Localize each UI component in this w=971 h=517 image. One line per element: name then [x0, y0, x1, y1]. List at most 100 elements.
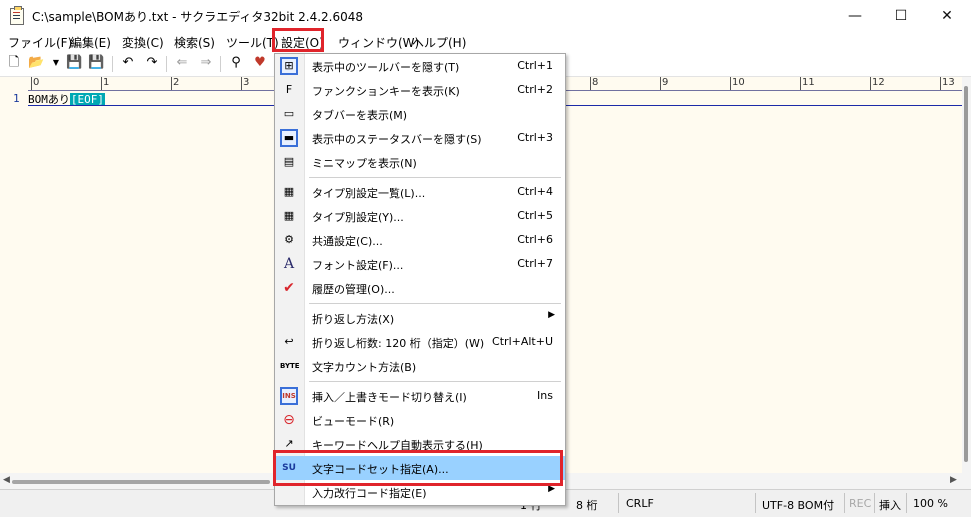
menu-item-label: ビューモード(R) [312, 415, 395, 428]
save-all-icon[interactable]: 💾 [88, 55, 104, 71]
menu-item-label: 挿入／上書きモード切り替え(I) [312, 391, 467, 404]
menu-item-hide-toolbar[interactable]: ⊞ 表示中のツールバーを隠す(T) Ctrl+1 [275, 54, 565, 78]
menu-help[interactable]: ヘルプ(H) [412, 34, 466, 51]
menu-item-shortcut: Ctrl+1 [517, 59, 553, 72]
menu-item-label: 折り返し方法(X) [312, 313, 395, 326]
function-key-icon: F [285, 83, 293, 96]
search-binoculars-icon[interactable]: ⚲ [228, 55, 244, 71]
scroll-left-icon[interactable]: ◀ [3, 475, 10, 485]
minimize-button[interactable]: — [832, 0, 878, 31]
settings-menu-highlight-box [272, 28, 324, 52]
common-settings-icon: ⚙ [284, 233, 294, 246]
toolbar-icon: ⊞ [280, 57, 298, 75]
menu-item-show-function-keys[interactable]: F ファンクションキーを表示(K) Ctrl+2 [275, 78, 565, 102]
settings-dropdown-menu: ⊞ 表示中のツールバーを隠す(T) Ctrl+1 F ファンクションキーを表示(… [274, 53, 566, 506]
status-encoding[interactable]: UTF-8 BOM付 [762, 497, 834, 513]
maximize-button[interactable]: ☐ [878, 0, 924, 31]
menu-item-char-count-method[interactable]: BYTE 文字カウント方法(B) [275, 354, 565, 378]
close-button[interactable]: ✕ [924, 0, 970, 31]
menu-item-label: 入力改行コード指定(E) [312, 487, 427, 500]
ruler-label: 10 [730, 77, 745, 90]
menu-search[interactable]: 検索(S) [174, 34, 215, 51]
menu-item-history-management[interactable]: ✔ 履歴の管理(O)... [275, 276, 565, 300]
menu-item-common-settings[interactable]: ⚙ 共通設定(C)... Ctrl+6 [275, 228, 565, 252]
menu-tools[interactable]: ツール(T) [226, 34, 279, 51]
menu-item-shortcut: Ctrl+2 [517, 83, 553, 96]
menu-item-font-settings[interactable]: A フォント設定(F)... Ctrl+7 [275, 252, 565, 276]
line-number: 1 [13, 92, 20, 105]
view-mode-icon: ⊖ [283, 412, 295, 428]
menu-convert[interactable]: 変換(C) [122, 34, 164, 51]
jump-forward-icon[interactable]: ⇒ [198, 55, 214, 71]
menu-file[interactable]: ファイル(F) [8, 34, 72, 51]
tabbar-icon: ▭ [283, 107, 295, 120]
menu-item-shortcut: Ctrl+7 [517, 257, 553, 270]
ruler-label: 11 [800, 77, 815, 90]
menu-item-label: 表示中のステータスバーを隠す(S) [312, 133, 482, 146]
status-column: 8 桁 [576, 499, 598, 512]
menu-item-view-mode[interactable]: ⊖ ビューモード(R) [275, 408, 565, 432]
menu-item-shortcut: Ctrl+Alt+U [492, 335, 553, 348]
menu-item-shortcut: Ctrl+3 [517, 131, 553, 144]
menu-item-shortcut: Ctrl+5 [517, 209, 553, 222]
charset-item-highlight-box [273, 450, 563, 486]
vertical-scroll-thumb[interactable] [964, 86, 968, 462]
menu-item-label: 表示中のツールバーを隠す(T) [312, 61, 460, 74]
ruler-label: 1 [101, 77, 110, 90]
menu-item-wrap-columns[interactable]: ↩ 折り返し桁数: 120 桁（指定）(W) Ctrl+Alt+U [275, 330, 565, 354]
dropdown-arrow-icon[interactable]: ▼ [48, 55, 64, 71]
menu-separator [309, 303, 561, 304]
menu-separator [309, 177, 561, 178]
menu-item-type-settings-list[interactable]: ▦ タイプ別設定一覧(L)... Ctrl+4 [275, 180, 565, 204]
menu-item-label: タブバーを表示(M) [312, 109, 408, 122]
status-eol[interactable]: CRLF [626, 497, 654, 510]
menu-item-type-settings[interactable]: ▦ タイプ別設定(Y)... Ctrl+5 [275, 204, 565, 228]
menu-item-label: タイプ別設定(Y)... [312, 211, 404, 224]
menu-item-label: 履歴の管理(O)... [312, 283, 395, 296]
save-icon[interactable]: 💾 [66, 55, 82, 71]
redo-icon[interactable]: ↷ [144, 55, 160, 71]
checkmark-icon: ✔ [283, 280, 295, 296]
statusbar-icon: ▬ [280, 129, 298, 147]
menu-item-label: タイプ別設定一覧(L)... [312, 187, 426, 200]
menu-item-hide-statusbar[interactable]: ▬ 表示中のステータスバーを隠す(S) Ctrl+3 [275, 126, 565, 150]
insert-mode-icon: INS [280, 387, 298, 405]
ruler-label: 9 [660, 77, 669, 90]
jump-back-icon[interactable]: ⇐ [174, 55, 190, 71]
menu-bar: ファイル(F) 編集(E) 変換(C) 検索(S) ツール(T) 設定(O) ウ… [0, 31, 971, 52]
type-settings-icon: ▦ [283, 209, 295, 222]
submenu-arrow-icon: ▶ [548, 310, 555, 320]
menu-edit[interactable]: 編集(E) [70, 34, 111, 51]
window-title: C:\sample\BOMあり.txt - サクラエディタ32bit 2.4.2… [32, 10, 364, 24]
menu-item-show-tabbar[interactable]: ▭ タブバーを表示(M) [275, 102, 565, 126]
status-zoom: 100 % [913, 497, 948, 510]
status-rec: REC [849, 497, 872, 510]
ruler-label: 0 [31, 77, 40, 90]
ruler-label: 13 [940, 77, 955, 90]
ruler-label: 2 [171, 77, 180, 90]
menu-item-wrap-method[interactable]: 折り返し方法(X) ▶ [275, 306, 565, 330]
minimap-icon: ▤ [283, 155, 295, 168]
title-bar: C:\sample\BOMあり.txt - サクラエディタ32bit 2.4.2… [0, 0, 971, 31]
type-list-icon: ▦ [283, 185, 295, 198]
menu-item-label: フォント設定(F)... [312, 259, 404, 272]
undo-icon[interactable]: ↶ [120, 55, 136, 71]
status-insert-mode[interactable]: 挿入 [879, 497, 901, 513]
menu-item-show-minimap[interactable]: ▤ ミニマップを表示(N) [275, 150, 565, 174]
menu-window[interactable]: ウィンドウ(W) [338, 34, 419, 51]
open-folder-icon[interactable]: 📂 [28, 55, 44, 71]
scroll-right-icon[interactable]: ▶ [950, 475, 957, 485]
menu-item-shortcut: Ctrl+4 [517, 185, 553, 198]
search-next-icon[interactable]: ♥ [252, 55, 268, 71]
menu-item-shortcut: Ins [537, 389, 553, 402]
ruler-label: 3 [241, 77, 250, 90]
menu-item-label: ファンクションキーを表示(K) [312, 85, 460, 98]
menu-item-label: 共通設定(C)... [312, 235, 383, 248]
menu-item-label: 文字カウント方法(B) [312, 361, 417, 374]
ruler-label: 8 [590, 77, 599, 90]
wrap-icon: ↩ [284, 335, 294, 348]
menu-item-label: ミニマップを表示(N) [312, 157, 417, 170]
menu-item-insert-overwrite-toggle[interactable]: INS 挿入／上書きモード切り替え(I) Ins [275, 384, 565, 408]
horizontal-scroll-thumb[interactable] [12, 480, 270, 484]
new-file-icon[interactable]: 🗋 [6, 55, 22, 71]
